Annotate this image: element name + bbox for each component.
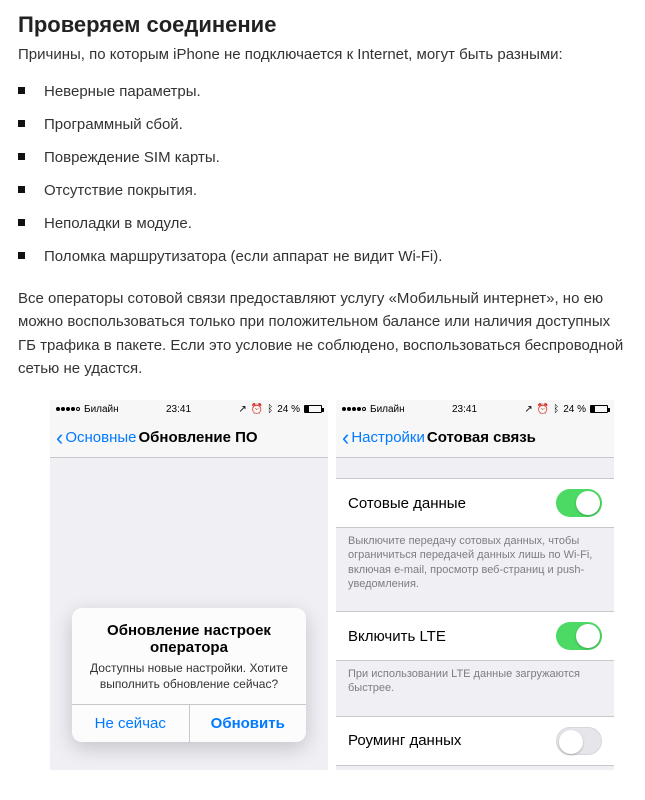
cell-footer: При использовании LTE данные загружаются… (336, 661, 614, 696)
list-item: Поломка маршрутизатора (если аппарат не … (18, 246, 627, 267)
battery-icon (304, 405, 322, 413)
signal-icon (342, 407, 366, 411)
alarm-icon: ⏰ (537, 404, 549, 415)
screenshots-row: Билайн 23:41 ↗ ⏰ ᛒ 24 % ‹ Основные Обнов… (18, 400, 627, 770)
cell-footer: Выключите роуминг данных, находясь за гр… (336, 766, 614, 770)
carrier-label: Билайн (84, 404, 119, 415)
list-item: Неполадки в модуле. (18, 213, 627, 234)
alert-ok-button[interactable]: Обновить (189, 705, 307, 742)
back-button[interactable]: ‹ Основные (56, 427, 137, 449)
back-button[interactable]: ‹ Настройки (342, 427, 425, 449)
status-bar: Билайн 23:41 ↗ ⏰ ᛒ 24 % (50, 400, 328, 418)
list-item: Отсутствие покрытия. (18, 180, 627, 201)
signal-icon (56, 407, 80, 411)
toggle-cellular[interactable] (556, 489, 602, 517)
back-label: Основные (65, 429, 136, 446)
cell-lte[interactable]: Включить LTE (336, 611, 614, 661)
cell-label: Роуминг данных (348, 732, 461, 749)
alert-title: Обновление настроек оператора (72, 608, 306, 658)
body-paragraph: Все операторы сотовой связи предоставляю… (18, 287, 627, 380)
battery-percent: 24 % (277, 404, 300, 415)
cell-label: Включить LTE (348, 628, 446, 645)
cell-label: Сотовые данные (348, 495, 466, 512)
alert-cancel-button[interactable]: Не сейчас (72, 705, 189, 742)
cell-cellular-data[interactable]: Сотовые данные (336, 478, 614, 528)
nav-title: Сотовая связь (427, 429, 536, 446)
back-label: Настройки (351, 429, 425, 446)
nav-title: Обновление ПО (139, 429, 258, 446)
page-heading: Проверяем соединение (18, 12, 627, 38)
list-item: Повреждение SIM карты. (18, 147, 627, 168)
bluetooth-icon: ᛒ (553, 404, 559, 415)
cell-footer: Выключите передачу сотовых данных, чтобы… (336, 528, 614, 591)
causes-list: Неверные параметры. Программный сбой. По… (18, 81, 627, 267)
alert-dialog: Обновление настроек оператора Доступны н… (72, 608, 306, 742)
list-item: Программный сбой. (18, 114, 627, 135)
cell-roaming[interactable]: Роуминг данных (336, 716, 614, 766)
battery-percent: 24 % (563, 404, 586, 415)
intro-text: Причины, по которым iPhone не подключает… (18, 46, 627, 63)
screenshot-right: Билайн 23:41 ↗ ⏰ ᛒ 24 % ‹ Настройки Сото… (336, 400, 614, 770)
status-bar: Билайн 23:41 ↗ ⏰ ᛒ 24 % (336, 400, 614, 418)
toggle-lte[interactable] (556, 622, 602, 650)
bluetooth-icon: ᛒ (267, 404, 273, 415)
alarm-icon: ⏰ (251, 404, 263, 415)
chevron-left-icon: ‹ (342, 427, 349, 449)
chevron-left-icon: ‹ (56, 427, 63, 449)
battery-icon (590, 405, 608, 413)
toggle-roaming[interactable] (556, 727, 602, 755)
alert-message: Доступны новые настройки. Хотите выполни… (72, 658, 306, 704)
location-icon: ↗ (238, 404, 246, 415)
nav-bar: ‹ Основные Обновление ПО (50, 418, 328, 458)
carrier-label: Билайн (370, 404, 405, 415)
screenshot-left: Билайн 23:41 ↗ ⏰ ᛒ 24 % ‹ Основные Обнов… (50, 400, 328, 770)
location-icon: ↗ (524, 404, 532, 415)
clock: 23:41 (452, 404, 477, 415)
nav-bar: ‹ Настройки Сотовая связь (336, 418, 614, 458)
list-item: Неверные параметры. (18, 81, 627, 102)
clock: 23:41 (166, 404, 191, 415)
